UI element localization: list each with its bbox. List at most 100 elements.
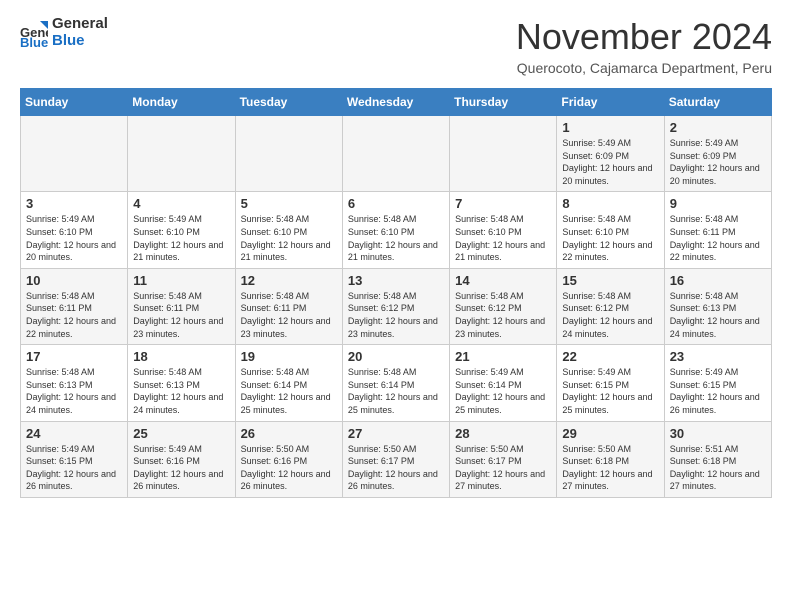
day-info: Sunrise: 5:48 AMSunset: 6:10 PMDaylight:… [562, 213, 658, 263]
day-number: 11 [133, 273, 229, 288]
day-info: Sunrise: 5:50 AMSunset: 6:17 PMDaylight:… [348, 443, 444, 493]
header-monday: Monday [128, 89, 235, 116]
day-info: Sunrise: 5:48 AMSunset: 6:13 PMDaylight:… [133, 366, 229, 416]
day-info: Sunrise: 5:49 AMSunset: 6:09 PMDaylight:… [670, 137, 766, 187]
day-cell-30: 30 Sunrise: 5:51 AMSunset: 6:18 PMDayligh… [664, 421, 771, 497]
day-cell-24: 24 Sunrise: 5:49 AMSunset: 6:15 PMDayligh… [21, 421, 128, 497]
day-cell-23: 23 Sunrise: 5:49 AMSunset: 6:15 PMDayligh… [664, 345, 771, 421]
day-number: 13 [348, 273, 444, 288]
day-info: Sunrise: 5:49 AMSunset: 6:15 PMDaylight:… [26, 443, 122, 493]
day-number: 10 [26, 273, 122, 288]
day-cell-12: 12 Sunrise: 5:48 AMSunset: 6:11 PMDayligh… [235, 268, 342, 344]
day-number: 28 [455, 426, 551, 441]
day-info: Sunrise: 5:49 AMSunset: 6:10 PMDaylight:… [26, 213, 122, 263]
day-cell-1: 1Sunrise: 5:49 AMSunset: 6:09 PMDaylight… [557, 116, 664, 192]
day-number: 27 [348, 426, 444, 441]
day-number: 15 [562, 273, 658, 288]
day-info: Sunrise: 5:49 AMSunset: 6:15 PMDaylight:… [562, 366, 658, 416]
day-info: Sunrise: 5:48 AMSunset: 6:13 PMDaylight:… [26, 366, 122, 416]
day-cell-14: 14Sunrise: 5:48 AMSunset: 6:12 PMDayligh… [450, 268, 557, 344]
day-number: 24 [26, 426, 122, 441]
day-cell-11: 11 Sunrise: 5:48 AMSunset: 6:11 PMDayligh… [128, 268, 235, 344]
day-info: Sunrise: 5:48 AMSunset: 6:11 PMDaylight:… [133, 290, 229, 340]
empty-cell [342, 116, 449, 192]
day-cell-9: 9 Sunrise: 5:48 AMSunset: 6:11 PMDaylight… [664, 192, 771, 268]
day-info: Sunrise: 5:48 AMSunset: 6:11 PMDaylight:… [26, 290, 122, 340]
day-info: Sunrise: 5:49 AMSunset: 6:09 PMDaylight:… [562, 137, 658, 187]
day-info: Sunrise: 5:48 AMSunset: 6:12 PMDaylight:… [455, 290, 551, 340]
day-cell-2: 2 Sunrise: 5:49 AMSunset: 6:09 PMDaylight… [664, 116, 771, 192]
day-cell-6: 6 Sunrise: 5:48 AMSunset: 6:10 PMDaylight… [342, 192, 449, 268]
header-friday: Friday [557, 89, 664, 116]
day-number: 2 [670, 120, 766, 135]
day-number: 9 [670, 196, 766, 211]
day-cell-22: 22 Sunrise: 5:49 AMSunset: 6:15 PMDayligh… [557, 345, 664, 421]
location: Querocoto, Cajamarca Department, Peru [516, 60, 772, 76]
header-sunday: Sunday [21, 89, 128, 116]
day-cell-3: 3Sunrise: 5:49 AMSunset: 6:10 PMDaylight… [21, 192, 128, 268]
day-info: Sunrise: 5:49 AMSunset: 6:10 PMDaylight:… [133, 213, 229, 263]
day-cell-28: 28 Sunrise: 5:50 AMSunset: 6:17 PMDayligh… [450, 421, 557, 497]
day-info: Sunrise: 5:48 AMSunset: 6:10 PMDaylight:… [241, 213, 337, 263]
day-number: 12 [241, 273, 337, 288]
page: General Blue General Blue November 2024 … [0, 0, 792, 514]
day-info: Sunrise: 5:48 AMSunset: 6:11 PMDaylight:… [670, 213, 766, 263]
day-cell-13: 13Sunrise: 5:48 AMSunset: 6:12 PMDayligh… [342, 268, 449, 344]
day-info: Sunrise: 5:49 AMSunset: 6:14 PMDaylight:… [455, 366, 551, 416]
header: General Blue General Blue November 2024 … [20, 16, 772, 76]
day-info: Sunrise: 5:48 AMSunset: 6:10 PMDaylight:… [455, 213, 551, 263]
day-info: Sunrise: 5:49 AMSunset: 6:16 PMDaylight:… [133, 443, 229, 493]
day-info: Sunrise: 5:50 AMSunset: 6:17 PMDaylight:… [455, 443, 551, 493]
header-row: SundayMondayTuesdayWednesdayThursdayFrid… [21, 89, 772, 116]
day-number: 29 [562, 426, 658, 441]
day-cell-26: 26 Sunrise: 5:50 AMSunset: 6:16 PMDayligh… [235, 421, 342, 497]
day-number: 26 [241, 426, 337, 441]
day-info: Sunrise: 5:48 AMSunset: 6:12 PMDaylight:… [562, 290, 658, 340]
day-cell-18: 18Sunrise: 5:48 AMSunset: 6:13 PMDayligh… [128, 345, 235, 421]
day-info: Sunrise: 5:49 AMSunset: 6:15 PMDaylight:… [670, 366, 766, 416]
day-number: 4 [133, 196, 229, 211]
day-info: Sunrise: 5:48 AMSunset: 6:10 PMDaylight:… [348, 213, 444, 263]
week-row-1: 1Sunrise: 5:49 AMSunset: 6:09 PMDaylight… [21, 116, 772, 192]
day-cell-17: 17 Sunrise: 5:48 AMSunset: 6:13 PMDayligh… [21, 345, 128, 421]
svg-text:Blue: Blue [20, 35, 48, 47]
header-tuesday: Tuesday [235, 89, 342, 116]
day-cell-8: 8 Sunrise: 5:48 AMSunset: 6:10 PMDaylight… [557, 192, 664, 268]
day-number: 8 [562, 196, 658, 211]
day-number: 19 [241, 349, 337, 364]
day-info: Sunrise: 5:48 AMSunset: 6:14 PMDaylight:… [348, 366, 444, 416]
day-number: 23 [670, 349, 766, 364]
day-info: Sunrise: 5:48 AMSunset: 6:11 PMDaylight:… [241, 290, 337, 340]
title-block: November 2024 Querocoto, Cajamarca Depar… [516, 16, 772, 76]
week-row-2: 3Sunrise: 5:49 AMSunset: 6:10 PMDaylight… [21, 192, 772, 268]
day-cell-29: 29 Sunrise: 5:50 AMSunset: 6:18 PMDayligh… [557, 421, 664, 497]
empty-cell [235, 116, 342, 192]
day-number: 30 [670, 426, 766, 441]
header-wednesday: Wednesday [342, 89, 449, 116]
day-number: 25 [133, 426, 229, 441]
empty-cell [128, 116, 235, 192]
day-number: 21 [455, 349, 551, 364]
day-number: 17 [26, 349, 122, 364]
logo: General Blue General Blue [20, 16, 108, 49]
day-number: 6 [348, 196, 444, 211]
day-cell-7: 7Sunrise: 5:48 AMSunset: 6:10 PMDaylight… [450, 192, 557, 268]
day-info: Sunrise: 5:48 AMSunset: 6:14 PMDaylight:… [241, 366, 337, 416]
calendar-table: SundayMondayTuesdayWednesdayThursdayFrid… [20, 88, 772, 498]
week-row-5: 24 Sunrise: 5:49 AMSunset: 6:15 PMDayligh… [21, 421, 772, 497]
day-number: 5 [241, 196, 337, 211]
day-info: Sunrise: 5:50 AMSunset: 6:18 PMDaylight:… [562, 443, 658, 493]
day-info: Sunrise: 5:50 AMSunset: 6:16 PMDaylight:… [241, 443, 337, 493]
day-cell-16: 16Sunrise: 5:48 AMSunset: 6:13 PMDayligh… [664, 268, 771, 344]
day-cell-10: 10 Sunrise: 5:48 AMSunset: 6:11 PMDayligh… [21, 268, 128, 344]
week-row-4: 17 Sunrise: 5:48 AMSunset: 6:13 PMDayligh… [21, 345, 772, 421]
day-number: 22 [562, 349, 658, 364]
logo-icon: General Blue [20, 19, 48, 47]
week-row-3: 10 Sunrise: 5:48 AMSunset: 6:11 PMDayligh… [21, 268, 772, 344]
day-cell-20: 20Sunrise: 5:48 AMSunset: 6:14 PMDayligh… [342, 345, 449, 421]
day-cell-25: 25 Sunrise: 5:49 AMSunset: 6:16 PMDayligh… [128, 421, 235, 497]
day-cell-5: 5 Sunrise: 5:48 AMSunset: 6:10 PMDaylight… [235, 192, 342, 268]
month-title: November 2024 [516, 16, 772, 58]
day-info: Sunrise: 5:51 AMSunset: 6:18 PMDaylight:… [670, 443, 766, 493]
day-info: Sunrise: 5:48 AMSunset: 6:13 PMDaylight:… [670, 290, 766, 340]
